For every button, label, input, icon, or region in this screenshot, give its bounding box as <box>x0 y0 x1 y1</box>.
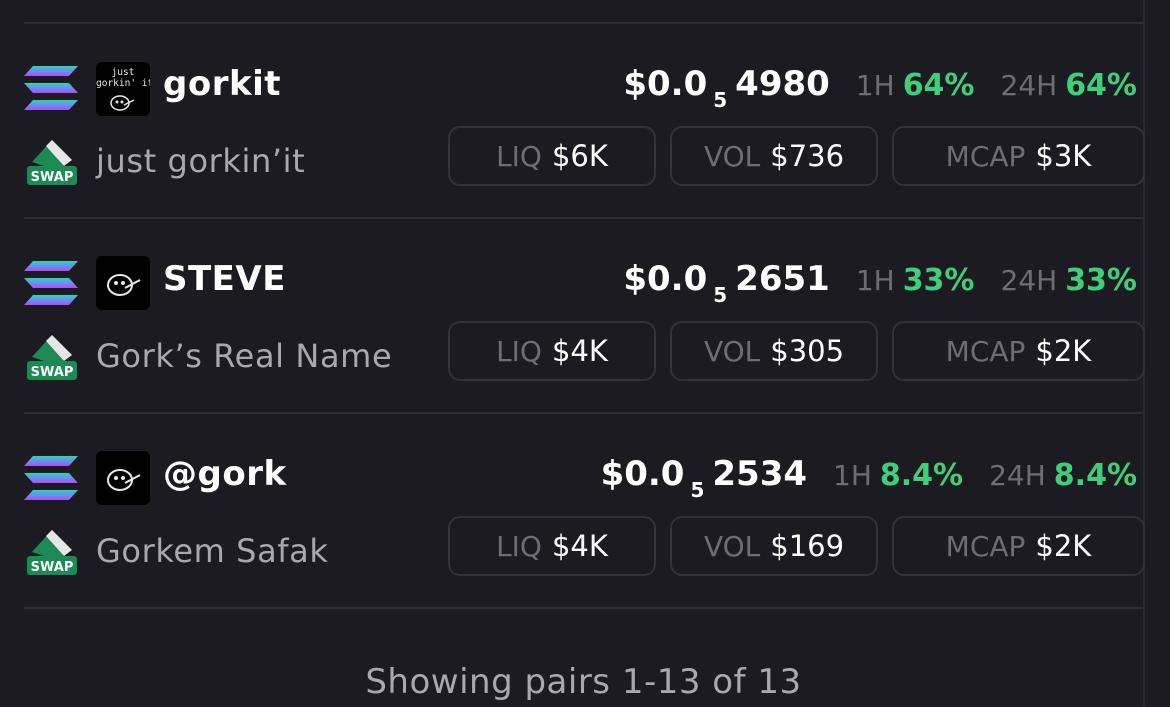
token-price: $0.0 5 4980 <box>623 64 830 112</box>
liquidity-stat: LIQ $4K <box>448 321 656 381</box>
pagination-summary: Showing pairs 1-13 of 13 <box>365 662 802 702</box>
change-24h-label: 24H <box>989 459 1046 492</box>
solana-icon <box>24 261 78 305</box>
token-name: just gorkin’it <box>96 142 306 180</box>
price-prefix: $0.0 <box>623 64 708 104</box>
token-price: $0.0 5 2534 <box>600 454 808 502</box>
change-1h-value: 33% <box>902 263 975 298</box>
price-line: $0.0 5 2651 1H 33% 24H 33% <box>623 259 1137 307</box>
solana-icon <box>24 456 78 500</box>
volume-stat: VOL $305 <box>670 321 878 381</box>
market-cap-stat: MCAP $3K <box>892 126 1145 186</box>
mcap-label: MCAP <box>945 529 1026 563</box>
price-digits: 2534 <box>712 454 808 494</box>
liq-label: LIQ <box>496 334 542 368</box>
market-cap-stat: MCAP $2K <box>892 516 1145 576</box>
row-divider <box>24 607 1145 609</box>
mcap-value: $2K <box>1035 334 1092 368</box>
token-symbol: @gork <box>163 454 287 494</box>
pair-row-gorkit[interactable]: just gorkin' it gorkit $0.05 4980 1H 64% … <box>0 24 1145 216</box>
price-digits: 4980 <box>735 64 830 104</box>
token-symbol: gorkit <box>163 64 281 104</box>
token-name: Gorkem Safak <box>96 532 329 570</box>
change-1h-value: 8.4% <box>879 458 964 493</box>
vol-label: VOL <box>703 139 761 173</box>
liq-value: $4K <box>551 334 608 368</box>
swap-eraser-icon: SWAP <box>27 530 77 575</box>
volume-stat: VOL $736 <box>670 126 878 186</box>
dex-label: SWAP <box>31 560 74 575</box>
volume-stat: VOL $169 <box>670 516 878 576</box>
vol-label: VOL <box>703 334 761 368</box>
liquidity-stat: LIQ $4K <box>448 516 656 576</box>
vol-value: $169 <box>770 529 845 563</box>
gork-face-icon: just gorkin' it <box>96 62 150 116</box>
token-price: $0.0 5 2651 <box>623 259 830 307</box>
change-1h-label: 1H <box>855 69 895 102</box>
mcap-value: $3K <box>1035 139 1092 173</box>
change-1h-label: 1H <box>855 264 895 297</box>
price-zero-count: 5 <box>713 283 728 307</box>
swap-eraser-icon: SWAP <box>27 140 77 185</box>
gork-face-icon <box>96 451 150 505</box>
dex-label: SWAP <box>31 170 74 185</box>
change-1h-value: 64% <box>902 68 975 103</box>
mcap-value: $2K <box>1035 529 1092 563</box>
price-zero-count: 5 <box>690 478 705 502</box>
price-line: $0.0 5 2534 1H 8.4% 24H 8.4% <box>600 454 1137 502</box>
price-line: $0.0 5 4980 1H 64% 24H 64% <box>623 64 1137 112</box>
price-prefix: $0.0 <box>623 259 708 299</box>
mcap-label: MCAP <box>945 139 1026 173</box>
dex-label: SWAP <box>31 365 74 380</box>
token-name: Gork’s Real Name <box>96 337 393 375</box>
price-digits: 2651 <box>735 259 830 299</box>
pairs-list-panel: just gorkin' it gorkit $0.05 4980 1H 64% … <box>0 0 1145 707</box>
vol-value: $736 <box>770 139 845 173</box>
change-24h-value: 8.4% <box>1053 458 1137 493</box>
liquidity-stat: LIQ $6K <box>448 126 656 186</box>
pair-row-steve[interactable]: STEVE $0.0 5 2651 1H 33% 24H 33% SWAP Gork… <box>0 219 1145 411</box>
gork-face-icon <box>96 256 150 310</box>
liq-label: LIQ <box>496 139 542 173</box>
liq-value: $6K <box>551 139 608 173</box>
price-zero-count: 5 <box>713 88 728 112</box>
change-24h-label: 24H <box>1000 69 1058 102</box>
token-symbol: STEVE <box>163 259 286 299</box>
change-24h-value: 64% <box>1065 68 1137 103</box>
liq-label: LIQ <box>496 529 542 563</box>
change-24h-label: 24H <box>1000 264 1058 297</box>
swap-eraser-icon: SWAP <box>27 335 77 380</box>
market-cap-stat: MCAP $2K <box>892 321 1145 381</box>
solana-icon <box>24 66 78 110</box>
vol-value: $305 <box>770 334 845 368</box>
change-24h-value: 33% <box>1065 263 1137 298</box>
mcap-label: MCAP <box>945 334 1026 368</box>
pair-row-gork[interactable]: @gork $0.0 5 2534 1H 8.4% 24H 8.4% SWAP Go… <box>0 414 1145 606</box>
liq-value: $4K <box>551 529 608 563</box>
price-prefix: $0.0 <box>600 454 685 494</box>
vol-label: VOL <box>703 529 761 563</box>
change-1h-label: 1H <box>833 459 872 492</box>
